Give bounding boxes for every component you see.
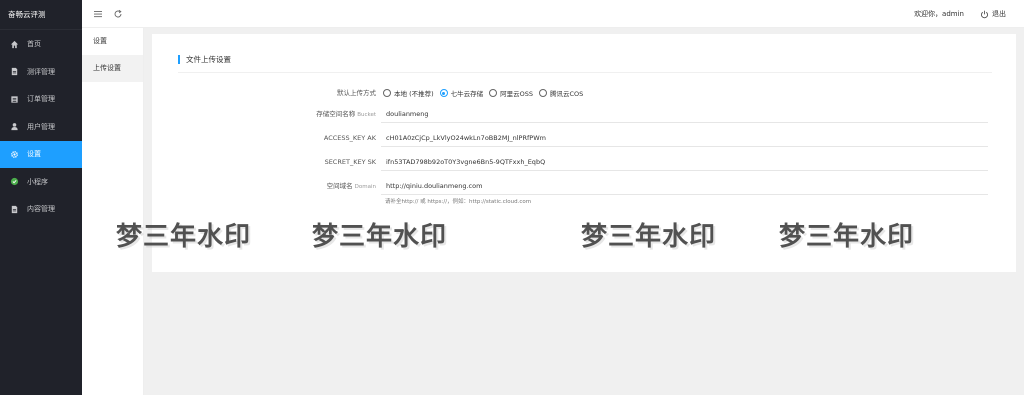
sidebar-item-label: 用户管理	[27, 122, 55, 131]
sidebar-item-home[interactable]: 首页	[0, 31, 82, 59]
access-key-input[interactable]: cH01A0zCjCp_LkVlyO24wkLn7oBB2MJ_nlPRfPWm	[381, 129, 988, 147]
sidebar-item-orders[interactable]: 订单管理	[0, 86, 82, 114]
sidebar-item-settings[interactable]: 设置	[0, 140, 82, 168]
radio-label: 七牛云存储	[450, 90, 484, 98]
domain-label: 空间域名 Domain	[327, 177, 376, 196]
domain-input[interactable]: http://qiniu.doulianmeng.com	[381, 177, 988, 195]
radio-tencent-cos[interactable]: 腾讯云COS	[539, 88, 583, 98]
watermark-text: 梦三年水印	[116, 222, 252, 252]
subnav-item-upload-settings[interactable]: 上传设置	[82, 55, 143, 82]
upload-mode-row: 默认上传方式 本地 (不推荐) 七牛云存储 阿里云OSS 腾讯云COS	[152, 84, 1016, 102]
bucket-label-text: 存储空间名称	[316, 110, 356, 118]
document-icon	[9, 67, 19, 77]
domain-row: 空间域名 Domain http://qiniu.doulianmeng.com	[152, 177, 1016, 195]
sidebar-item-evaluation[interactable]: 测评管理	[0, 58, 82, 86]
gear-icon	[9, 149, 19, 159]
app-brand: 奋畅云评测	[0, 0, 82, 30]
logout-label: 退出	[992, 10, 1006, 18]
radio-circle	[539, 89, 548, 97]
home-icon	[9, 39, 19, 49]
sidebar-item-users[interactable]: 用户管理	[0, 113, 82, 141]
watermark-text: 梦三年水印	[581, 222, 717, 252]
bucket-sublabel: Bucket	[357, 112, 376, 118]
power-icon	[981, 10, 988, 18]
document-icon	[9, 204, 19, 214]
sidebar-item-label: 首页	[27, 40, 41, 49]
settings-subnav: 设置 上传设置	[82, 28, 144, 395]
subnav-item-settings[interactable]: 设置	[82, 28, 143, 55]
sidebar-item-label: 设置	[27, 150, 41, 159]
radio-label: 阿里云OSS	[500, 90, 534, 98]
domain-hint: 请补全http:// 或 https://，例如：http://static.c…	[385, 199, 532, 205]
menu-toggle-icon[interactable]	[92, 8, 104, 20]
watermark-text: 梦三年水印	[312, 222, 448, 252]
radio-circle	[383, 89, 391, 97]
upload-mode-radio-group: 本地 (不推荐) 七牛云存储 阿里云OSS 腾讯云COS	[383, 84, 589, 102]
access-key-row: ACCESS_KEY AK cH01A0zCjCp_LkVlyO24wkLn7o…	[152, 129, 1016, 147]
refresh-icon[interactable]	[112, 8, 124, 20]
logout-button[interactable]: 退出	[980, 0, 1006, 28]
welcome-text: 欢迎你，admin	[914, 10, 964, 18]
sidebar-item-miniprogram[interactable]: 小程序	[0, 168, 82, 196]
user-icon	[9, 122, 19, 132]
bucket-label: 存储空间名称 Bucket	[316, 105, 376, 124]
radio-circle	[489, 89, 498, 97]
list-icon	[9, 94, 19, 104]
sidebar-item-label: 测评管理	[27, 67, 55, 76]
sidebar-item-label: 内容管理	[27, 205, 55, 214]
secret-key-label: SECRET_KEY SK	[324, 158, 376, 166]
radio-label: 本地 (不推荐)	[394, 90, 434, 98]
watermark-text: 梦三年水印	[779, 222, 915, 252]
secret-key-row: SECRET_KEY SK ifn53TAD798b92oT0Y3vgne6Bn…	[152, 153, 1016, 171]
sidebar-item-label: 小程序	[27, 177, 48, 186]
main-sidebar: 奋畅云评测 首页 测评管理 订单管理 用户管理 设置 小程序 内容管理	[0, 0, 82, 395]
upload-mode-label: 默认上传方式	[337, 89, 376, 97]
domain-sublabel: Domain	[354, 184, 376, 190]
radio-label: 腾讯云COS	[550, 90, 584, 98]
sidebar-item-label: 订单管理	[27, 95, 55, 104]
bucket-row: 存储空间名称 Bucket doulianmeng	[152, 105, 1016, 123]
radio-aliyun-oss[interactable]: 阿里云OSS	[489, 88, 533, 98]
radio-qiniu[interactable]: 七牛云存储	[439, 88, 484, 98]
page-title: 文件上传设置	[178, 55, 231, 64]
title-divider	[178, 72, 992, 73]
top-header: 欢迎你，admin 退出	[82, 0, 1024, 28]
domain-label-text: 空间域名	[326, 182, 353, 190]
radio-circle	[439, 89, 448, 97]
radio-local[interactable]: 本地 (不推荐)	[383, 88, 434, 98]
bucket-input[interactable]: doulianmeng	[381, 105, 988, 123]
secret-key-input[interactable]: ifn53TAD798b92oT0Y3vgne6Bn5-9QTFxxh_EqbQ	[381, 153, 988, 171]
sidebar-item-content[interactable]: 内容管理	[0, 196, 82, 224]
miniprogram-icon	[9, 177, 19, 187]
access-key-label: ACCESS_KEY AK	[323, 134, 376, 142]
